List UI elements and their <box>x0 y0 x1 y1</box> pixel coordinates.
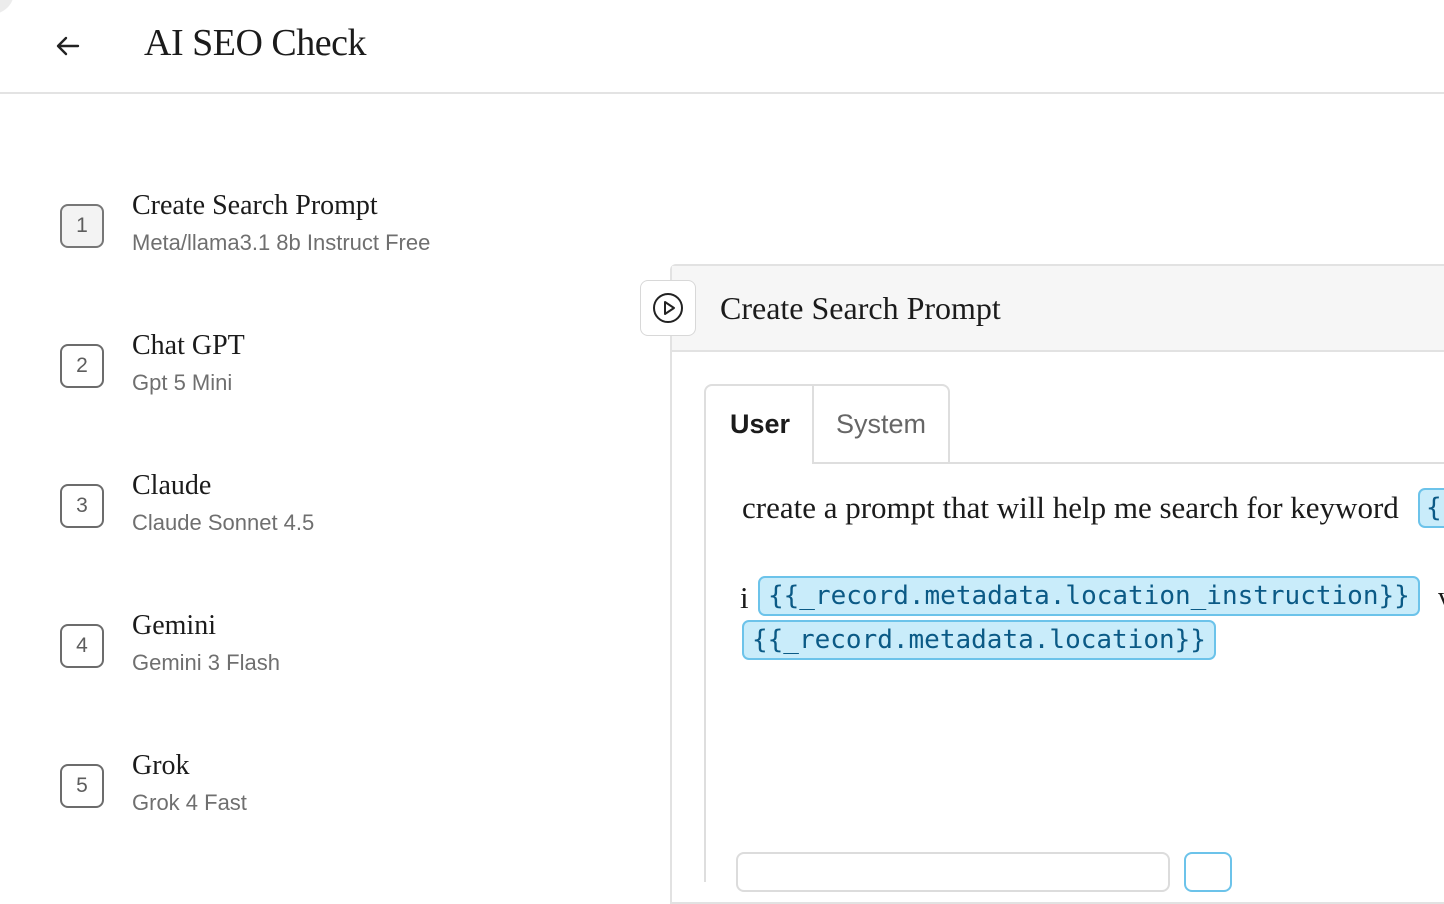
play-circle-icon <box>653 293 683 323</box>
step-name: Grok <box>132 750 190 781</box>
variable-input[interactable] <box>736 852 1170 892</box>
variable-chip[interactable]: { <box>1418 488 1444 528</box>
tab-user[interactable]: User <box>704 384 814 464</box>
prompt-text-trailing: v <box>1438 582 1444 614</box>
prompt-editor-line[interactable]: create a prompt that will help me search… <box>742 488 1444 528</box>
step-number: 2 <box>60 344 104 388</box>
back-button[interactable] <box>48 26 88 66</box>
step-model: Gemini 3 Flash <box>132 650 280 675</box>
page-title: AI SEO Check <box>144 22 366 64</box>
step-item-1[interactable]: 1 Create Search Prompt Meta/llama3.1 8b … <box>60 190 580 282</box>
step-model: Meta/llama3.1 8b Instruct Free <box>132 230 431 255</box>
step-name: Claude <box>132 470 212 501</box>
step-item-2[interactable]: 2 Chat GPT Gpt 5 Mini <box>60 330 580 422</box>
editor-border <box>704 462 706 882</box>
step-model: Gpt 5 Mini <box>132 370 233 395</box>
step-number: 4 <box>60 624 104 668</box>
prompt-text-prefix: i <box>740 580 749 615</box>
step-number: 1 <box>60 204 104 248</box>
step-number: 3 <box>60 484 104 528</box>
step-item-5[interactable]: 5 Grok Grok 4 Fast <box>60 750 580 842</box>
prompt-text: create a prompt that will help me search… <box>742 490 1399 525</box>
insert-variable-button[interactable] <box>1184 852 1232 892</box>
variable-chip-location-instruction[interactable]: {{_record.metadata.location_instruction}… <box>758 576 1420 616</box>
step-number: 5 <box>60 764 104 808</box>
step-name: Create Search Prompt <box>132 190 378 221</box>
panel-title: Create Search Prompt <box>720 290 1001 326</box>
step-item-4[interactable]: 4 Gemini Gemini 3 Flash <box>60 610 580 702</box>
step-item-3[interactable]: 3 Claude Claude Sonnet 4.5 <box>60 470 580 562</box>
variable-chip-location[interactable]: {{_record.metadata.location}} <box>742 620 1216 660</box>
panel-header: Create Search Prompt <box>672 266 1444 352</box>
step-model: Grok 4 Fast <box>132 790 247 815</box>
run-step-button[interactable] <box>640 280 696 336</box>
corner-decoration <box>0 0 14 14</box>
step-model: Claude Sonnet 4.5 <box>132 510 315 535</box>
tab-system[interactable]: System <box>812 384 950 464</box>
tab-divider <box>946 462 1444 464</box>
app-header: AI SEO Check <box>0 0 1444 94</box>
step-name: Gemini <box>132 610 216 641</box>
step-name: Chat GPT <box>132 330 245 361</box>
arrow-left-icon <box>56 36 80 56</box>
